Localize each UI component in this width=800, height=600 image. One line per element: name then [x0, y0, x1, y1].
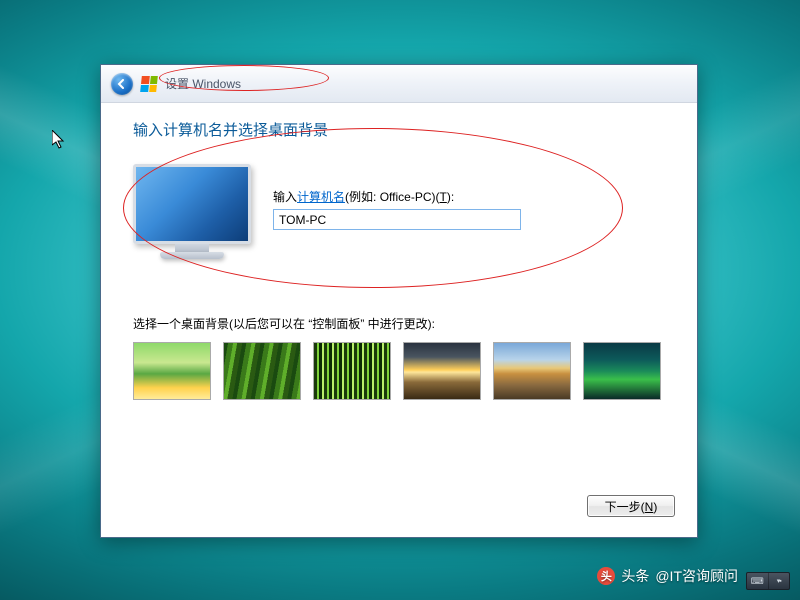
wallpaper-row [133, 342, 665, 400]
ime-options-icon[interactable]: ▾▪ [769, 573, 790, 589]
computer-name-form: 输入计算机名(例如: Office-PC)(T): [273, 160, 521, 230]
label-text: (例如: Office-PC)( [345, 190, 439, 204]
wallpaper-thumb-1[interactable] [133, 342, 211, 400]
content-area: 输入计算机名并选择桌面背景 输入计算机名(例如: Office-PC)(T): … [101, 103, 697, 400]
next-button[interactable]: 下一步(N) [587, 495, 675, 517]
button-label: ) [653, 500, 657, 514]
watermark-handle: @IT咨询顾问 [655, 566, 738, 586]
button-label: 下一步( [605, 500, 645, 514]
computer-name-link[interactable]: 计算机名 [297, 190, 345, 204]
computer-section: 输入计算机名(例如: Office-PC)(T): [133, 160, 665, 259]
computer-name-input[interactable] [273, 209, 521, 230]
back-button[interactable] [111, 73, 133, 95]
wallpaper-instruction: 选择一个桌面背景(以后您可以在 “控制面板” 中进行更改): [133, 315, 665, 332]
wallpaper-thumb-4[interactable] [403, 342, 481, 400]
windows-logo-icon [140, 76, 158, 92]
footer: 下一步(N) [587, 495, 675, 517]
setup-window: 设置 Windows 输入计算机名并选择桌面背景 输入计算机名(例如: Offi… [100, 64, 698, 538]
header-title: 设置 Windows [165, 75, 241, 92]
label-accelerator: T [439, 190, 446, 204]
computer-name-label: 输入计算机名(例如: Office-PC)(T): [273, 188, 521, 205]
wallpaper-thumb-2[interactable] [223, 342, 301, 400]
ime-icon[interactable]: ⌨ [747, 573, 769, 589]
wallpaper-thumb-6[interactable] [583, 342, 661, 400]
ime-toolbar[interactable]: ⌨ ▾▪ [746, 572, 790, 590]
watermark: 头 头条 @IT咨询顾问 [597, 566, 738, 586]
watermark-logo-icon: 头 [597, 567, 615, 585]
label-text: ): [447, 190, 454, 204]
page-title: 输入计算机名并选择桌面背景 [133, 119, 665, 140]
monitor-icon [133, 164, 251, 259]
wallpaper-thumb-5[interactable] [493, 342, 571, 400]
label-text: 输入 [273, 190, 297, 204]
wallpaper-thumb-3[interactable] [313, 342, 391, 400]
window-header: 设置 Windows [101, 65, 697, 103]
watermark-prefix: 头条 [621, 566, 649, 586]
